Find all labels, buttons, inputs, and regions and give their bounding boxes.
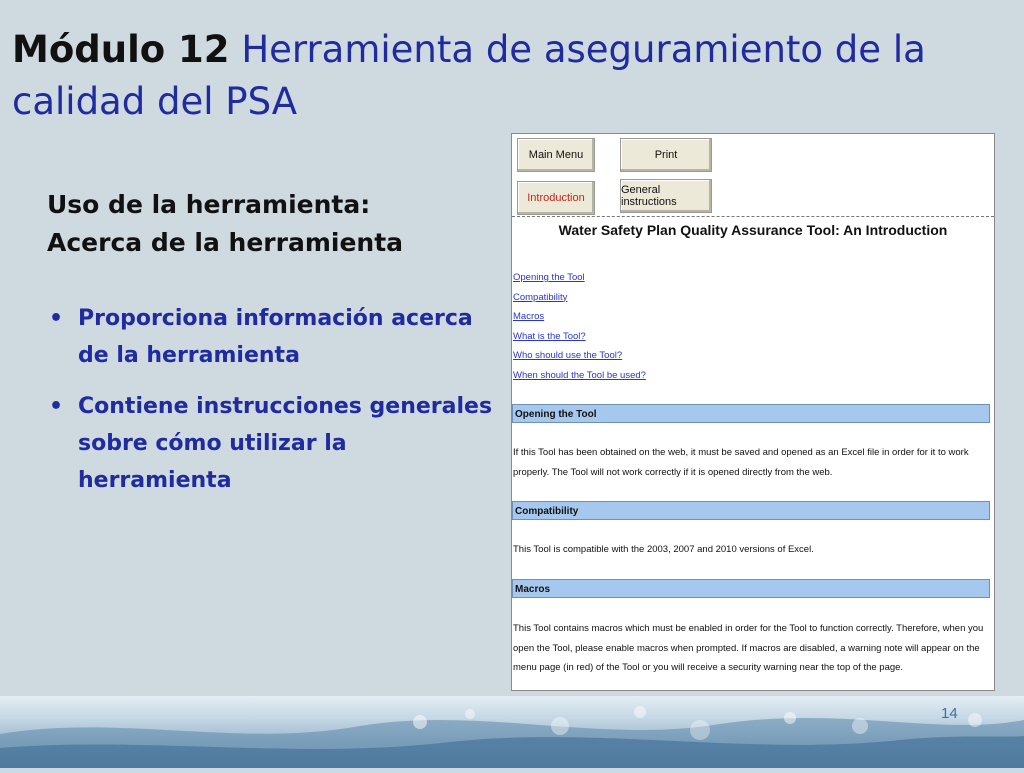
main-menu-button[interactable]: Main Menu xyxy=(517,138,595,172)
toc-link-what-is[interactable]: What is the Tool? xyxy=(513,331,586,342)
toc-link-when-should[interactable]: When should the Tool be used? xyxy=(513,370,646,381)
toc-link-opening[interactable]: Opening the Tool xyxy=(513,272,585,283)
toolbar-divider xyxy=(512,216,994,217)
section-header-compatibility: Compatibility xyxy=(512,501,990,520)
slide-number: 14 xyxy=(941,705,958,722)
section-text-macros: This Tool contains macros which must be … xyxy=(513,623,984,673)
section-subtitle: Uso de la herramienta: Acerca de la herr… xyxy=(47,186,487,262)
bullet-item: • Contiene instrucciones generales sobre… xyxy=(47,388,497,499)
section-header-macros: Macros xyxy=(512,579,990,598)
subtitle-line-1: Uso de la herramienta: xyxy=(47,190,371,219)
water-splash-icon xyxy=(0,706,1024,768)
tool-screenshot: Main Menu Print Introduction General ins… xyxy=(511,133,995,691)
title-module-number: Módulo 12 xyxy=(12,28,230,71)
general-instructions-button[interactable]: General instructions xyxy=(620,179,712,213)
bullet-list: • Proporciona información acerca de la h… xyxy=(47,300,497,513)
bullet-dot-icon: • xyxy=(49,394,64,419)
tool-heading: Water Safety Plan Quality Assurance Tool… xyxy=(558,222,948,238)
section-text-opening: If this Tool has been obtained on the we… xyxy=(513,447,969,478)
section-header-opening: Opening the Tool xyxy=(512,404,990,423)
toc-link-who-should[interactable]: Who should use the Tool? xyxy=(513,350,622,361)
bullet-text: Proporciona información acerca de la her… xyxy=(78,306,473,368)
section-text-compatibility: This Tool is compatible with the 2003, 2… xyxy=(513,544,814,555)
toc-link-compatibility[interactable]: Compatibility xyxy=(513,292,567,303)
water-decoration xyxy=(0,696,1024,768)
toc-links: Opening the Tool Compatibility Macros Wh… xyxy=(513,268,646,385)
slide: Módulo 12 Herramienta de aseguramiento d… xyxy=(0,0,1024,768)
introduction-button[interactable]: Introduction xyxy=(517,181,595,215)
bullet-text: Contiene instrucciones generales sobre c… xyxy=(78,394,493,493)
subtitle-line-2: Acerca de la herramienta xyxy=(47,228,404,257)
print-button[interactable]: Print xyxy=(620,138,712,172)
toc-link-macros[interactable]: Macros xyxy=(513,311,544,322)
bullet-dot-icon: • xyxy=(49,306,64,331)
bullet-item: • Proporciona información acerca de la h… xyxy=(47,300,497,374)
slide-title: Módulo 12 Herramienta de aseguramiento d… xyxy=(12,24,1017,128)
